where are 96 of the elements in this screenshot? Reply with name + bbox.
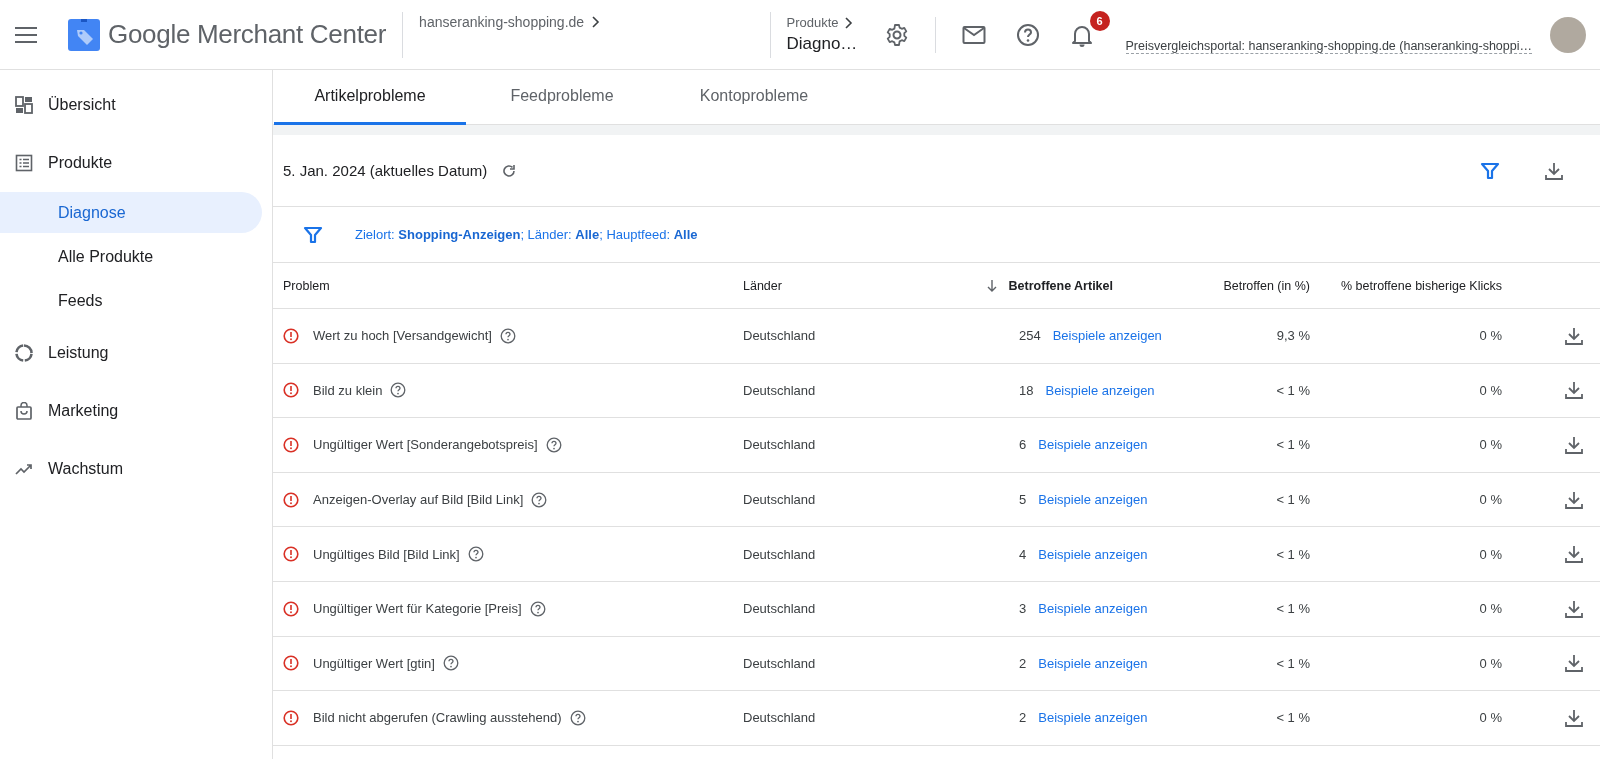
sidebar-item[interactable]: Leistung [0,324,272,382]
column-header[interactable]: Problem [273,278,743,293]
clicks-cell: 0 % [1479,710,1502,726]
chevron-icon [592,16,601,28]
examples-link[interactable]: Beispiele anzeigen [1038,655,1148,671]
country-cell: Deutschland [743,328,816,344]
problem-text: Ungültiger Wert [Sonderangebotspreis] [313,437,538,453]
clicks-cell: 0 % [1479,437,1502,453]
help-icon[interactable] [531,491,548,508]
clicks-cell: 0 % [1479,655,1502,671]
account-breadcrumb-link[interactable]: hanseranking-shopping.de [419,14,585,30]
error-icon [283,437,299,453]
help-icon[interactable] [467,546,484,563]
column-header[interactable]: Betroffen (in %) [1113,278,1310,293]
clicks-cell: 0 % [1479,601,1502,617]
help-icon[interactable] [442,655,459,672]
help-icon[interactable] [545,437,562,453]
clicks-cell: 0 % [1479,382,1502,398]
examples-link[interactable]: Beispiele anzeigen [1052,328,1162,344]
problem-text: Ungültiger Wert für Kategorie [Preis] [313,601,522,617]
sidebar-item[interactable]: Übersicht [0,76,272,134]
tab[interactable]: Artikelprobleme [274,70,466,125]
sidebar-item[interactable]: Wachstum [0,440,272,498]
clicks-cell: 0 % [1479,492,1502,508]
column-header[interactable]: Betroffene Artikel [943,278,1113,293]
examples-link[interactable]: Beispiele anzeigen [1038,710,1148,726]
count-cell: 18 [1019,382,1034,398]
tag-logo-icon [68,18,100,51]
sidebar-subitem[interactable]: Diagnose [0,192,262,233]
percent-cell: < 1 % [1276,710,1310,726]
tab[interactable]: Kontoprobleme [658,70,850,125]
examples-link[interactable]: Beispiele anzeigen [1038,546,1148,562]
count-cell: 2 [1019,710,1027,726]
country-cell: Deutschland [743,601,816,617]
examples-link[interactable]: Beispiele anzeigen [1038,601,1148,617]
count-cell: 254 [1019,328,1041,344]
percent-cell: < 1 % [1276,492,1310,508]
error-icon [283,709,299,726]
dashboard-icon [15,96,33,114]
error-icon [283,491,299,508]
problem-text: Bild nicht abgerufen (Crawling ausstehend) [313,710,562,726]
problem-text: Bild zu klein [313,382,383,398]
error-icon [283,327,299,344]
sidebar-item[interactable]: Marketing [0,382,272,440]
sidebar-item[interactable]: Produkte [0,134,272,192]
country-cell: Deutschland [743,492,816,508]
examples-link[interactable]: Beispiele anzeigen [1038,492,1148,508]
donut-icon [15,344,33,362]
help-icon[interactable] [569,709,586,726]
count-cell: 3 [1019,601,1027,617]
error-icon [283,600,299,617]
sidebar-subitem[interactable]: Feeds [0,280,262,321]
tab[interactable]: Feedprobleme [466,70,658,125]
examples-link[interactable]: Beispiele anzeigen [1038,437,1148,453]
problem-text: Ungültiges Bild [Bild Link] [313,546,460,562]
help-icon[interactable] [499,327,516,344]
country-cell: Deutschland [743,437,816,453]
country-cell: Deutschland [743,655,816,671]
percent-cell: < 1 % [1276,437,1310,453]
account-selector-link[interactable]: Preisvergleichsportal: hanseranking-shopping.de (hanseranking-shoppi… [1125,39,1532,54]
list-icon [15,154,33,172]
error-icon [283,546,299,563]
error-icon [283,655,299,672]
bag-icon [15,402,33,420]
filter-summary[interactable]: Zielort: Shopping-Anzeigen; Länder: Alle; Hauptfeed: Alle [355,227,698,242]
help-icon[interactable] [390,382,407,399]
count-cell: 2 [1019,655,1027,671]
percent-cell: 9,3 % [1276,328,1310,344]
help-icon[interactable] [529,600,546,617]
percent-cell: < 1 % [1276,655,1310,671]
column-header[interactable]: Länder [743,278,943,293]
product-name: Google Merchant Center [108,19,387,50]
section-breadcrumb-link[interactable]: Produkte [786,15,839,30]
percent-cell: < 1 % [1276,601,1310,617]
country-cell: Deutschland [743,710,816,726]
country-cell: Deutschland [743,546,816,562]
page-title: Diagno… [786,34,859,54]
problem-text: Wert zu hoch [Versandgewicht] [313,328,492,344]
problem-text: Anzeigen-Overlay auf Bild [Bild Link] [313,492,524,508]
sort-arrow-icon [986,279,997,292]
sidebar-subitem[interactable]: Alle Produkte [0,236,262,277]
count-cell: 6 [1019,437,1027,453]
problem-text: Ungültiger Wert [gtin] [313,655,435,671]
percent-cell: < 1 % [1276,382,1310,398]
clicks-cell: 0 % [1479,546,1502,562]
chevron-icon [844,16,853,29]
clicks-cell: 0 % [1479,328,1502,344]
percent-cell: < 1 % [1276,546,1310,562]
count-cell: 5 [1019,492,1027,508]
examples-link[interactable]: Beispiele anzeigen [1045,382,1155,398]
date-label: 5. Jan. 2024 (aktuelles Datum) [283,162,488,179]
column-header[interactable]: % betroffene bisherige Klicks [1310,278,1502,293]
country-cell: Deutschland [743,382,816,398]
notification-count-badge: 6 [1089,10,1110,31]
error-icon [283,382,299,399]
count-cell: 4 [1019,546,1027,562]
